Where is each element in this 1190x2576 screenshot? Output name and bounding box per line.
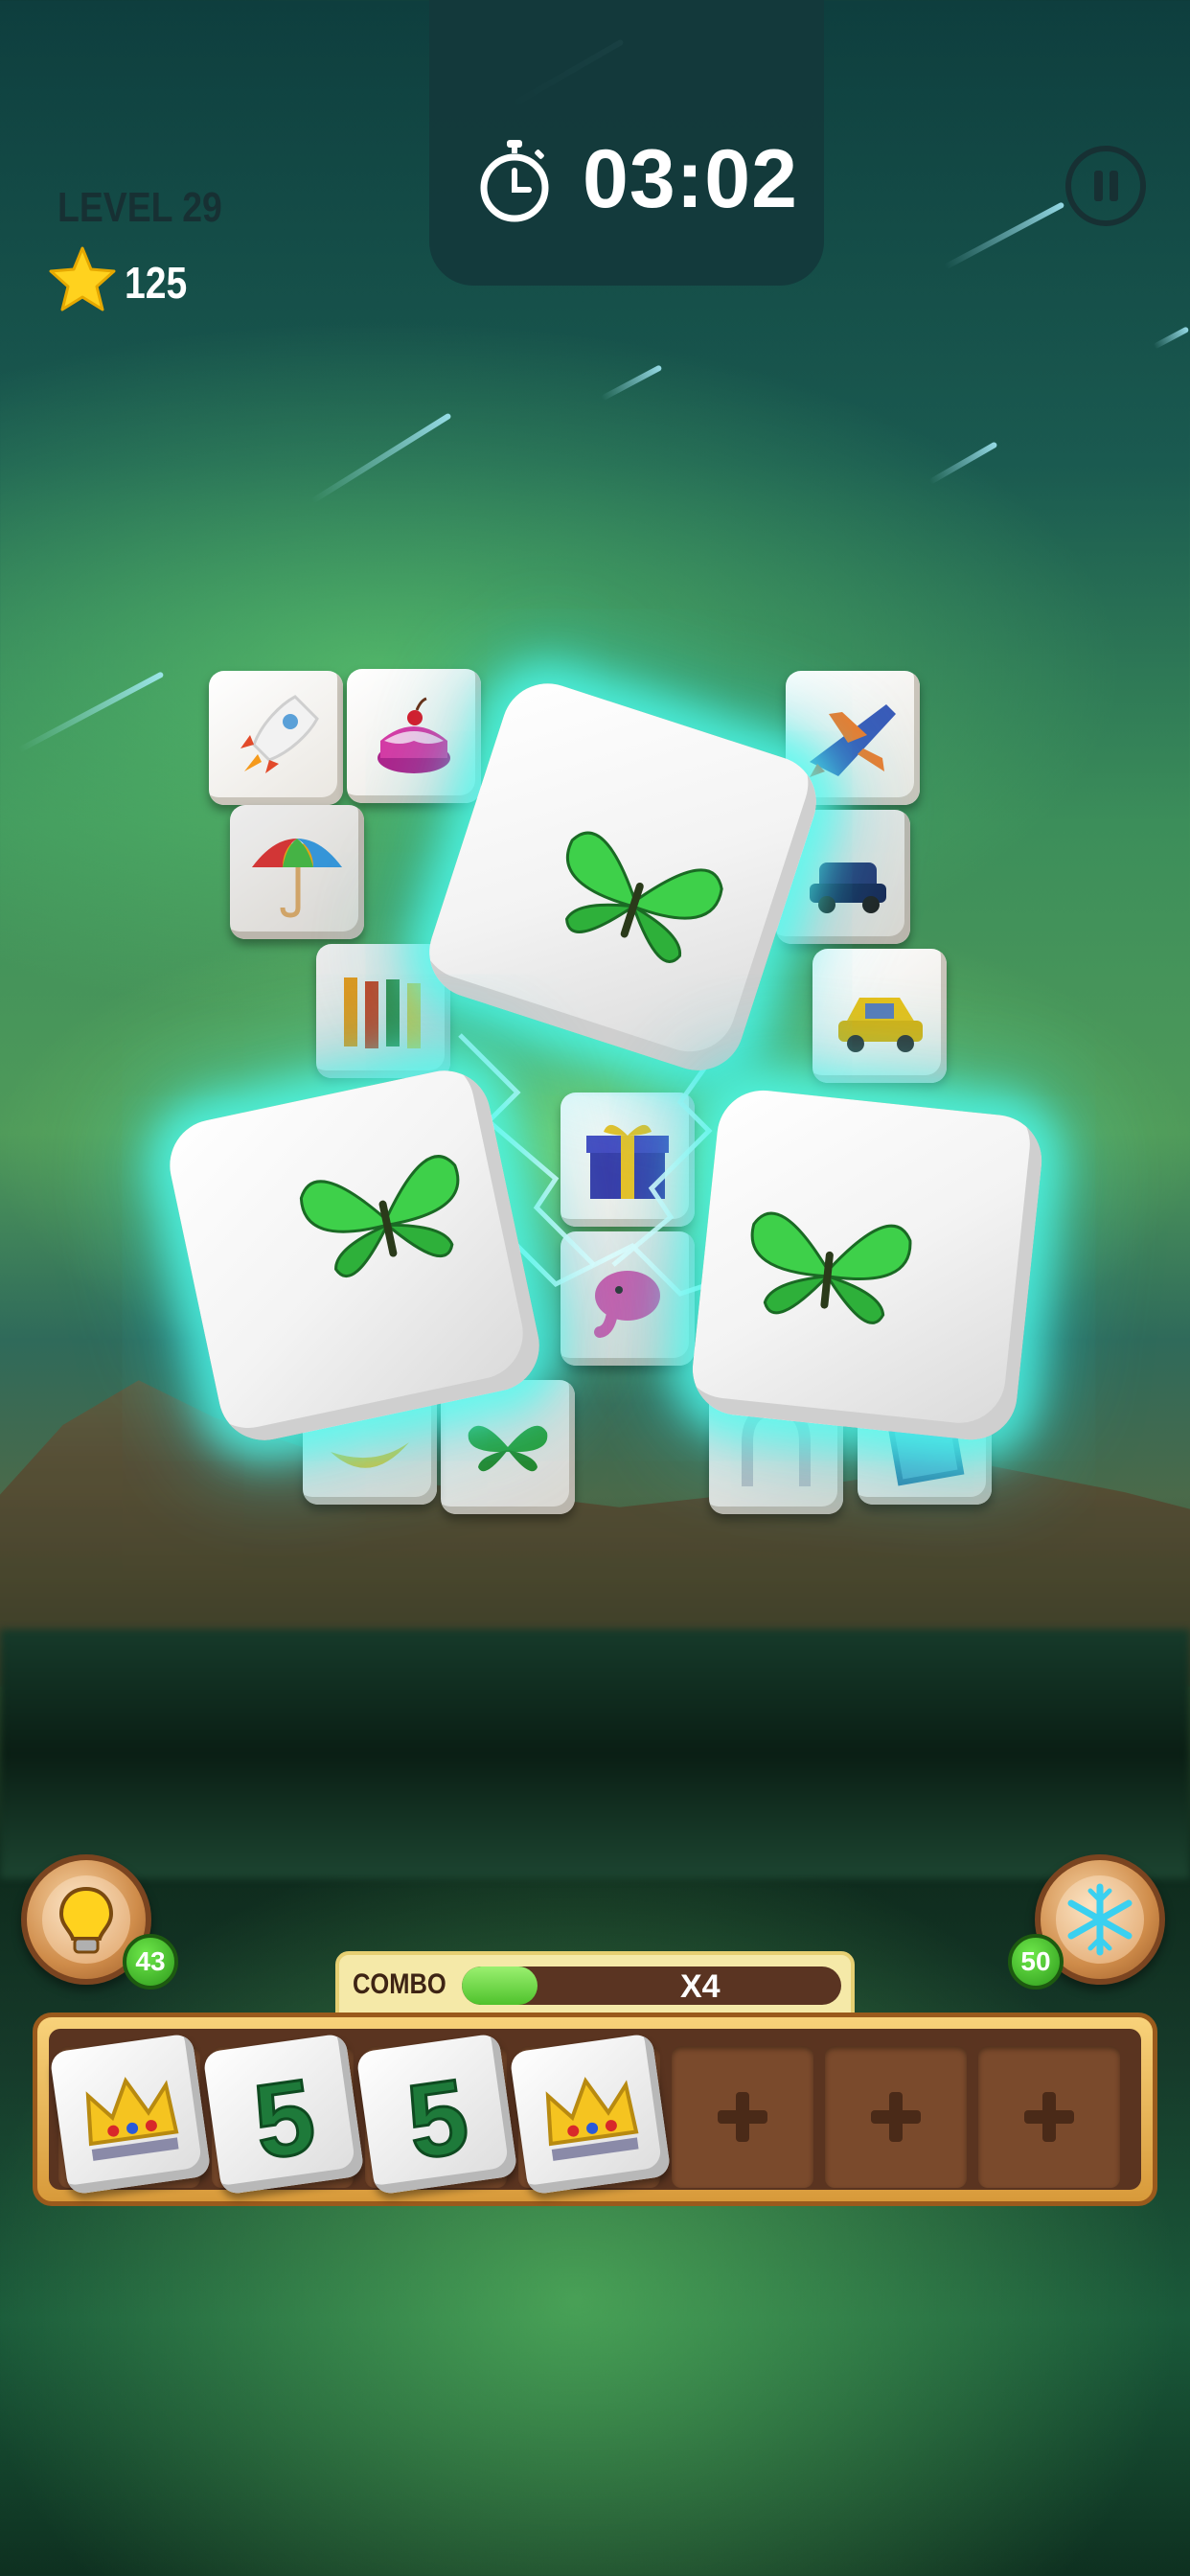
freeze-count-badge: 50 <box>1008 1934 1064 1990</box>
combo-multiplier: X4 <box>680 1968 721 2005</box>
combo-label: COMBO <box>353 1968 446 2000</box>
tray-slot <box>509 2033 672 2196</box>
timer-text: 03:02 <box>583 133 798 225</box>
tray-tile-number-five: 5 <box>202 2033 365 2196</box>
combo-progress-track: X4 <box>462 1966 841 2005</box>
tray-slot-empty <box>978 2046 1120 2188</box>
butterfly-icon <box>299 1155 460 1277</box>
tile-rocket[interactable] <box>209 671 343 805</box>
pause-button[interactable] <box>1065 146 1146 226</box>
plus-icon <box>1024 2092 1074 2142</box>
tile-cake[interactable] <box>347 669 481 803</box>
tray-slot: 5 <box>355 2033 518 2196</box>
tray-tile-crown <box>49 2033 212 2196</box>
combo-bar: COMBO X4 <box>335 1951 855 2016</box>
collection-tray: 5 5 <box>33 2012 1157 2206</box>
meteor-streak <box>17 671 165 753</box>
tray-tile-crown <box>509 2033 672 2196</box>
level-label: LEVEL 29 <box>57 184 222 231</box>
butterfly-icon <box>750 1211 912 1324</box>
tile-butterfly[interactable] <box>441 1380 575 1514</box>
stopwatch-icon <box>480 140 549 222</box>
tray-tile-number-five: 5 <box>355 2033 518 2196</box>
tray-slot: 5 <box>202 2033 365 2196</box>
number-five-icon: 5 <box>399 2056 476 2183</box>
background-lake <box>0 1629 1190 1878</box>
plus-icon <box>718 2092 767 2142</box>
tray-slot <box>49 2033 212 2196</box>
plus-icon <box>871 2092 921 2142</box>
snowflake-icon <box>1067 1883 1133 1956</box>
combo-progress-fill <box>462 1966 538 2005</box>
stars-count: 125 <box>125 258 188 308</box>
svg-text:5: 5 <box>247 2057 322 2181</box>
tile-umbrella[interactable] <box>230 805 364 939</box>
lightbulb-icon <box>58 1886 114 1954</box>
meteor-streak <box>600 364 663 402</box>
number-five-icon: 5 <box>245 2056 323 2183</box>
matched-cube-butterfly[interactable] <box>161 1062 548 1449</box>
star-icon <box>49 246 116 311</box>
butterfly-icon <box>564 831 723 963</box>
crown-icon <box>545 2077 639 2161</box>
svg-text:5: 5 <box>400 2057 475 2181</box>
meteor-streak <box>928 441 998 485</box>
pause-icon <box>1094 171 1103 201</box>
meteor-streak <box>1153 326 1190 350</box>
hint-count-badge: 43 <box>123 1934 178 1990</box>
tray-slot-empty <box>825 2046 967 2188</box>
matched-cube-butterfly[interactable] <box>688 1086 1046 1444</box>
meteor-streak <box>310 412 452 504</box>
meteor-streak <box>943 201 1065 270</box>
tray-slot-empty <box>672 2046 813 2188</box>
pause-icon <box>1110 171 1118 201</box>
crown-icon <box>85 2077 179 2161</box>
